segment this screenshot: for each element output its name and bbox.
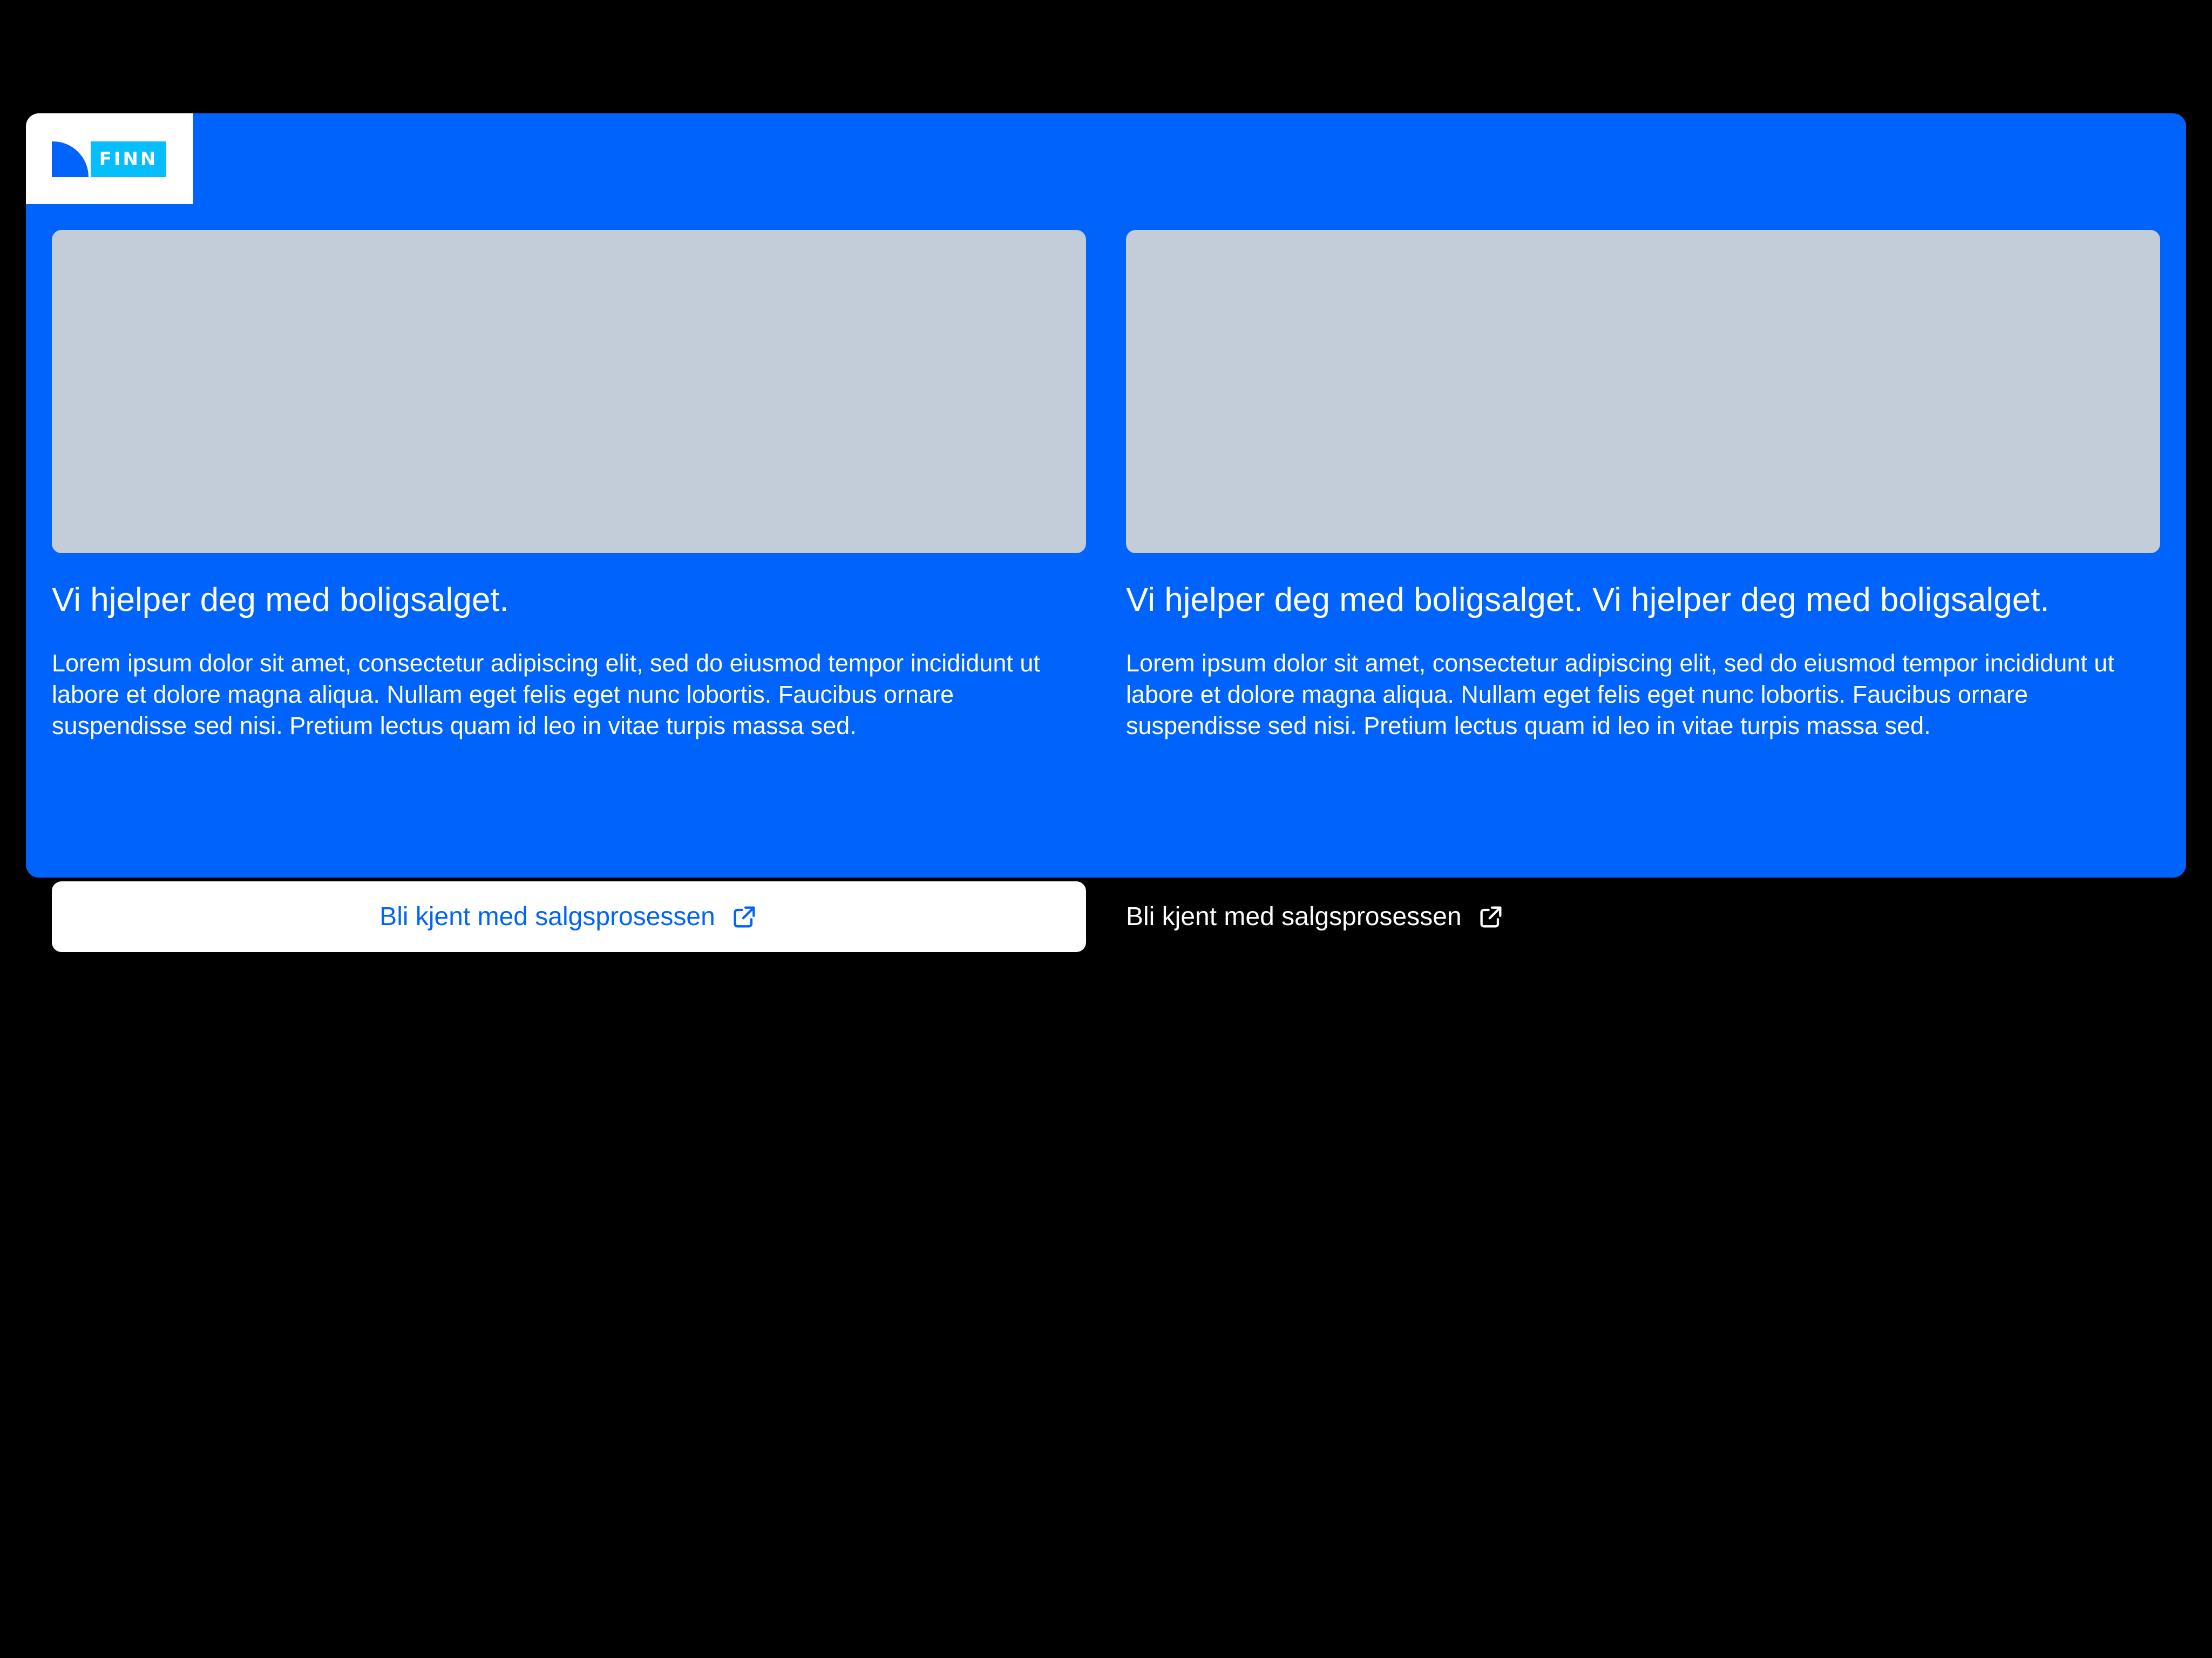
sales-process-link-label: Bli kjent med salgsprosessen bbox=[1126, 902, 1462, 931]
finn-logo[interactable]: FINN bbox=[26, 113, 193, 204]
promo-panel: FINN Vi hjelper deg med boligsalget. Lor… bbox=[26, 113, 2186, 952]
sales-process-button[interactable]: Bli kjent med salgsprosessen bbox=[52, 881, 1086, 952]
card-image-placeholder bbox=[1126, 230, 2160, 553]
external-link-icon bbox=[1477, 903, 1505, 931]
card-body-text: Lorem ipsum dolor sit amet, consectetur … bbox=[1126, 649, 2114, 739]
promo-card-2: Vi hjelper deg med boligsalget. Vi hjelp… bbox=[1126, 230, 2160, 931]
sales-process-button-label: Bli kjent med salgsprosessen bbox=[379, 902, 715, 931]
card-image-placeholder bbox=[52, 230, 1086, 553]
card-body-text: Lorem ipsum dolor sit amet, consectetur … bbox=[52, 649, 1040, 739]
finn-logo-mark bbox=[52, 141, 89, 177]
card-title: Vi hjelper deg med boligsalget. bbox=[52, 581, 509, 619]
sales-process-link[interactable]: Bli kjent med salgsprosessen bbox=[1126, 881, 1505, 952]
card-title: Vi hjelper deg med boligsalget. Vi hjelp… bbox=[1126, 581, 2050, 619]
promo-card-1: Vi hjelper deg med boligsalget. Lorem ip… bbox=[52, 230, 1086, 952]
finn-logo-wordmark: FINN bbox=[91, 141, 166, 177]
external-link-icon bbox=[730, 903, 758, 931]
